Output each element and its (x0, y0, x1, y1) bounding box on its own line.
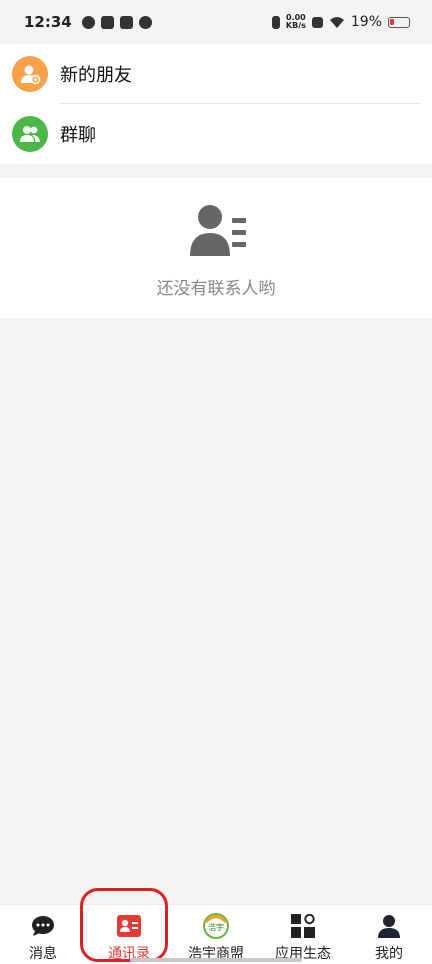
haoyu-logo-icon: 浩宇 (203, 913, 229, 939)
new-friends-row[interactable]: 新的朋友 (0, 44, 432, 104)
tab-messages[interactable]: 消息 (0, 905, 86, 964)
group-chat-label: 群聊 (60, 125, 96, 146)
contact-list-empty-icon (190, 205, 246, 256)
empty-state: 还没有联系人哟 (0, 178, 432, 318)
home-indicator[interactable] (130, 958, 302, 962)
sim-off-icon (311, 16, 323, 28)
tab-apps[interactable]: 应用生态 (260, 905, 346, 964)
status-time: 12:34 (24, 13, 72, 31)
network-speed-unit: KB/s (285, 21, 306, 30)
group-chat-row[interactable]: 群聊 (0, 104, 432, 164)
person-icon (376, 913, 402, 939)
vibrate-icon (271, 15, 280, 29)
group-chat-icon (12, 116, 48, 152)
status-left: 12:34 (24, 13, 152, 31)
tab-haoyu[interactable]: 浩宇 浩宇商盟 (173, 905, 259, 964)
chat-bubble-icon (30, 913, 56, 939)
sync-notification-icon (81, 15, 95, 29)
contacts-card-icon (116, 913, 142, 939)
bottom-tab-bar: 消息 通讯录 浩宇 浩宇商盟 应用生态 我的 (0, 904, 432, 964)
tiktok-notification-icon (119, 15, 133, 29)
empty-state-text: 还没有联系人哟 (156, 279, 276, 299)
network-speed: 0.00 KB/s (286, 14, 306, 30)
new-friend-icon (12, 56, 48, 92)
tab-messages-label: 消息 (29, 946, 57, 962)
new-friends-label: 新的朋友 (60, 65, 132, 86)
haoyu-logo-text: 浩宇 (208, 922, 224, 932)
contacts-shortcuts: 新的朋友 群聊 (0, 44, 432, 164)
tab-me-label: 我的 (375, 946, 403, 962)
wifi-icon (329, 16, 344, 28)
status-bar: 12:34 0.00 KB/s 19% (0, 0, 432, 44)
mail-notification-icon (100, 15, 114, 29)
status-right: 0.00 KB/s 19% (271, 14, 410, 30)
battery-percent: 19% (350, 14, 382, 30)
apps-grid-icon (290, 913, 316, 939)
fan-notification-icon (138, 15, 152, 29)
tab-me[interactable]: 我的 (346, 905, 432, 964)
battery-icon (388, 16, 410, 28)
tab-contacts[interactable]: 通讯录 (86, 905, 172, 964)
